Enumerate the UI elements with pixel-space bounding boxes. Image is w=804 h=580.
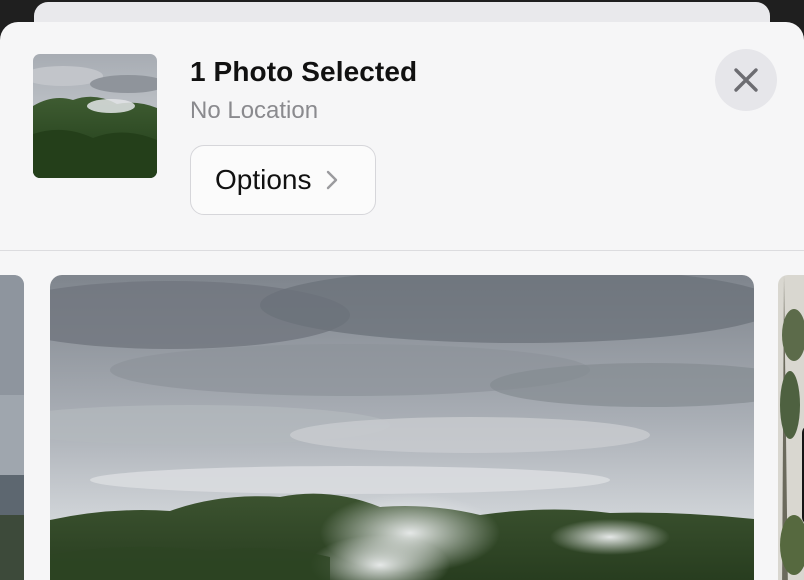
chevron-right-icon [326, 170, 340, 190]
selection-title: 1 Photo Selected [190, 56, 418, 87]
close-icon [733, 67, 759, 93]
location-subtitle: No Location [190, 97, 319, 124]
selected-photo-thumbnail[interactable] [33, 54, 157, 178]
previous-photo-preview[interactable] [0, 275, 24, 580]
options-button[interactable]: Options [190, 145, 376, 215]
options-label: Options [215, 164, 312, 195]
share-sheet-screen: 1 Photo Selected No Location Options [0, 0, 804, 580]
photo-share-sheet: 1 Photo Selected No Location Options [0, 22, 804, 580]
close-button[interactable] [715, 49, 777, 111]
photo-carousel[interactable] [0, 251, 804, 580]
sheet-header: 1 Photo Selected No Location Options [0, 22, 804, 251]
selected-photo-large[interactable] [50, 275, 754, 580]
next-photo-preview[interactable] [778, 275, 804, 580]
